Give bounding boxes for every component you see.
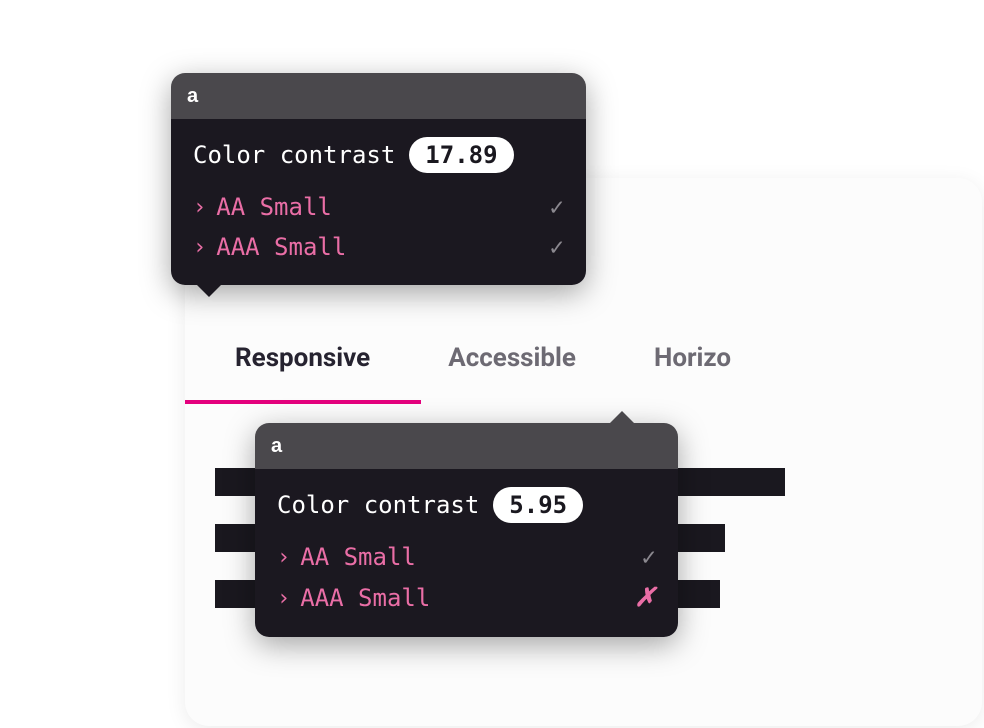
tooltip-arrow-icon: [197, 285, 221, 297]
contrast-check-row[interactable]: › AAA Small ✓: [193, 227, 564, 267]
contrast-row: Color contrast 5.95: [277, 487, 656, 523]
contrast-check-row[interactable]: › AA Small ✓: [193, 187, 564, 227]
contrast-value-badge: 5.95: [493, 487, 583, 523]
tooltip-header: a: [255, 423, 678, 469]
element-letter: a: [271, 435, 282, 458]
tooltip-header: a: [171, 73, 586, 119]
contrast-row: Color contrast 17.89: [193, 137, 564, 173]
check-label: AA Small: [300, 543, 416, 571]
check-label: AA Small: [216, 193, 332, 221]
check-label: AAA Small: [216, 233, 346, 261]
contrast-value-badge: 17.89: [409, 137, 513, 173]
chevron-right-icon: ›: [193, 195, 206, 220]
chevron-right-icon: ›: [277, 586, 290, 611]
tooltip-arrow-icon: [610, 411, 634, 423]
chevron-right-icon: ›: [193, 235, 206, 260]
checkmark-icon: ✓: [550, 193, 564, 221]
contrast-tooltip-2: a Color contrast 5.95 › AA Small ✓ › AAA…: [255, 423, 678, 637]
element-letter: a: [187, 85, 198, 108]
contrast-check-row[interactable]: › AAA Small ✗: [277, 577, 656, 619]
chevron-right-icon: ›: [277, 545, 290, 570]
checkmark-icon: ✓: [642, 543, 656, 571]
contrast-label: Color contrast: [193, 141, 395, 169]
active-tab-underline: [185, 400, 421, 404]
contrast-tooltip-1: a Color contrast 17.89 › AA Small ✓ › AA…: [171, 73, 586, 285]
tab-accessible[interactable]: Accessible: [448, 343, 576, 401]
checkmark-icon: ✓: [550, 233, 564, 261]
contrast-label: Color contrast: [277, 491, 479, 519]
tooltip-body: Color contrast 17.89 › AA Small ✓ › AAA …: [171, 119, 586, 285]
tooltip-body: Color contrast 5.95 › AA Small ✓ › AAA S…: [255, 469, 678, 637]
cross-icon: ✗: [634, 583, 656, 613]
tab-responsive[interactable]: Responsive: [235, 343, 370, 401]
tab-horizontal[interactable]: Horizo: [654, 343, 731, 401]
check-label: AAA Small: [300, 584, 430, 612]
tabs-row: Responsive Accessible Horizo: [185, 343, 982, 401]
contrast-check-row[interactable]: › AA Small ✓: [277, 537, 656, 577]
